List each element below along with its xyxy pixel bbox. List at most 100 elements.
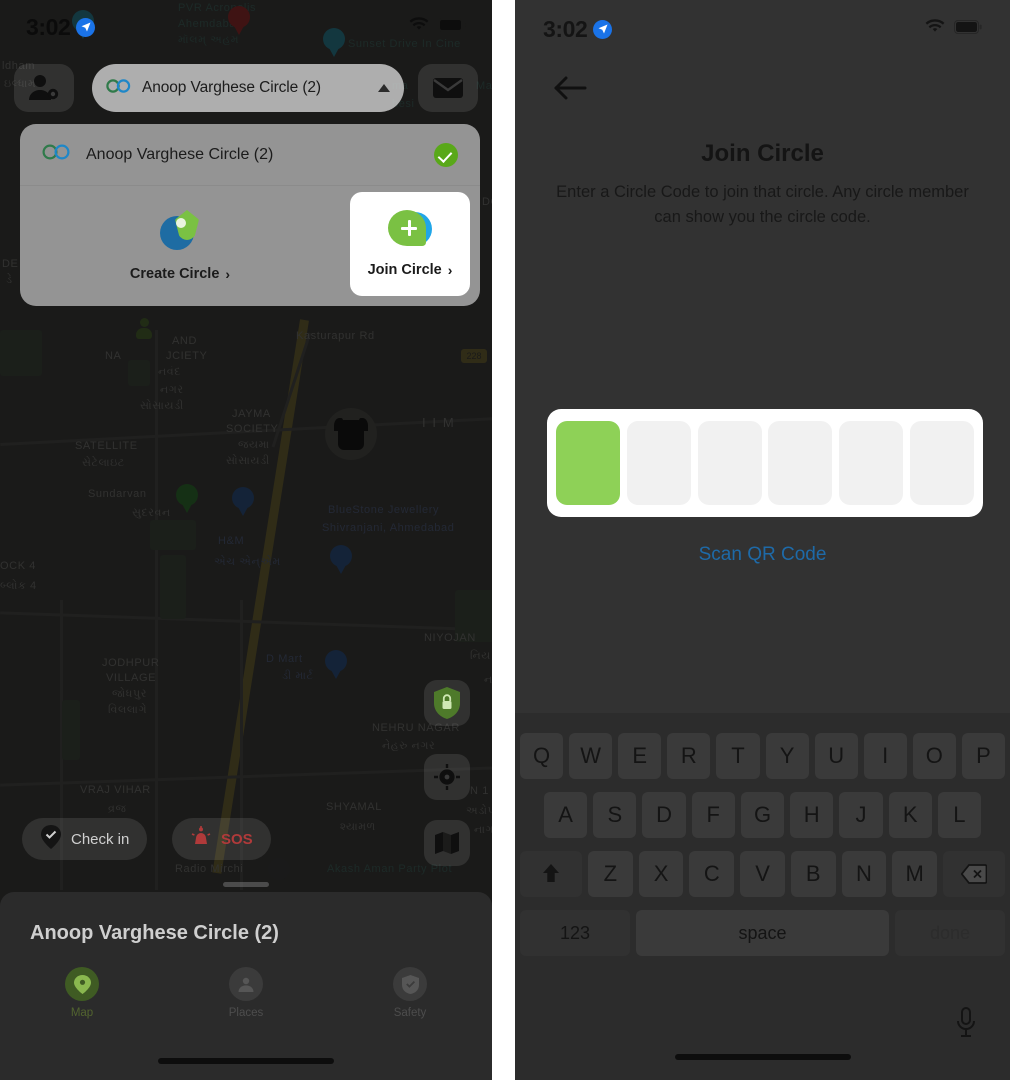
key-Q[interactable]: Q [520,733,564,779]
key-X[interactable]: X [638,851,684,897]
battery-icon [438,17,466,37]
onscreen-keyboard: QWERTYUIOP ASDFGHJKL ZXCVBNM 123 space d… [515,713,1010,1080]
key-U[interactable]: U [814,733,858,779]
key-S[interactable]: S [593,792,637,838]
battery-icon [954,19,982,39]
sos-siren-icon [190,826,212,852]
create-circle-button[interactable]: Create Circle › [20,186,340,306]
microphone-icon[interactable] [954,1006,978,1045]
scan-qr-code-link[interactable]: Scan QR Code [515,544,1010,566]
code-cell-4[interactable] [768,421,833,505]
page-subtitle: Enter a Circle Code to join that circle.… [556,183,969,226]
key-C[interactable]: C [689,851,735,897]
keyboard-bottom-row [515,996,1010,1080]
left-status-bar: 3:02 [0,0,492,54]
home-indicator [674,1054,851,1060]
circles-infinity-icon [42,144,72,165]
tab-map-label: Map [70,1007,94,1019]
check-circle-icon [434,142,458,167]
key-Y[interactable]: Y [765,733,809,779]
join-circle-label: Join Circle [367,262,442,278]
code-cell-2[interactable] [626,421,691,505]
member-avatar-icon[interactable] [14,64,74,112]
places-icon [229,967,263,1001]
key-F[interactable]: F [691,792,735,838]
space-key[interactable]: space [636,910,889,956]
key-P[interactable]: P [961,733,1005,779]
crosshair-icon[interactable] [424,754,471,800]
right-status-bar: 3:02 [515,0,1010,58]
dropdown-selected-circle-row[interactable]: Anoop Varghese Circle (2) [20,124,480,186]
bottom-tab-bar: Map Places Safety [0,967,492,1019]
sos-label: SOS [221,830,253,848]
right-status-time: 3:02 [543,15,588,42]
tab-safety[interactable]: Safety [328,967,492,1019]
tab-safety-label: Safety [393,1007,427,1019]
key-L[interactable]: L [937,792,981,838]
done-key[interactable]: done [895,910,1005,956]
circle-selector-pill[interactable]: Anoop Varghese Circle (2) [92,64,404,112]
code-cell-1[interactable] [556,421,621,505]
arrow-left-icon [554,76,587,100]
key-T[interactable]: T [716,733,760,779]
circle-pill-label: Anoop Varghese Circle (2) [142,79,321,96]
status-time: 3:02 [26,13,71,40]
chevron-right-icon: › [447,262,453,278]
circle-dropdown-sheet: Anoop Varghese Circle (2) Create Circle … [20,124,480,306]
key-G[interactable]: G [740,792,785,838]
key-W[interactable]: W [569,733,613,779]
tab-places[interactable]: Places [164,967,328,1019]
code-cell-5[interactable] [839,421,904,505]
tab-map[interactable]: Map [0,967,164,1019]
key-H[interactable]: H [790,792,834,838]
code-cell-3[interactable] [697,421,762,505]
join-circle-label-wrap: Join Circle › [368,262,453,278]
key-O[interactable]: O [912,733,956,779]
map-layers-icon[interactable] [424,820,471,866]
key-J[interactable]: J [839,792,883,838]
tab-places-label: Places [228,1007,264,1019]
check-in-button[interactable]: Check in [22,818,148,860]
screenshot-stage: PVR AcropolisAhemdabadમૉલમ્ અહમSunset Dr… [0,0,1010,1080]
lock-shield-icon[interactable] [424,680,471,726]
sos-button[interactable]: SOS [172,818,271,860]
safety-shield-icon [393,967,427,1001]
backspace-icon[interactable] [943,851,1005,897]
key-Z[interactable]: Z [588,851,633,897]
join-circle-button[interactable]: Join Circle › [350,192,470,296]
key-K[interactable]: K [888,792,932,838]
numbers-key[interactable]: 123 [520,910,631,956]
circle-code-input[interactable] [547,409,984,517]
location-arrow-icon [76,17,96,37]
keyboard-row-2: ASDFGHJKL [515,792,1010,838]
key-I[interactable]: I [863,733,907,779]
create-circle-icon [158,210,202,254]
map-pin-icon [65,967,99,1001]
key-B[interactable]: B [790,851,836,897]
dropdown-circle-name: Anoop Varghese Circle (2) [86,145,274,163]
dropdown-actions: Create Circle › Join Circle › [20,186,480,306]
right-status-right [925,19,982,39]
envelope-icon[interactable] [418,64,479,112]
right-status-left: 3:02 [543,15,613,43]
key-R[interactable]: R [667,733,711,779]
key-N[interactable]: N [841,851,887,897]
status-right [409,17,466,37]
key-M[interactable]: M [892,851,938,897]
bottom-sheet-title: Anoop Varghese Circle (2) [30,922,279,944]
chevron-right-icon: › [225,266,231,282]
code-cell-6[interactable] [910,421,974,505]
left-phone-screen: PVR AcropolisAhemdabadમૉલમ્ અહમSunset Dr… [0,0,493,1080]
key-D[interactable]: D [642,792,686,838]
key-E[interactable]: E [618,733,662,779]
key-A[interactable]: A [544,792,588,838]
bottom-sheet: Anoop Varghese Circle (2) Map Places Saf… [0,892,493,1080]
check-shield-pin-icon [40,825,62,853]
location-arrow-icon [593,19,613,39]
back-button[interactable] [553,68,597,108]
key-V[interactable]: V [740,851,785,897]
create-circle-label: Create Circle [129,266,220,282]
keyboard-row-4: 123 space done [515,910,1010,956]
bottom-sheet-grabber[interactable] [223,882,269,887]
shift-icon[interactable] [520,851,583,897]
